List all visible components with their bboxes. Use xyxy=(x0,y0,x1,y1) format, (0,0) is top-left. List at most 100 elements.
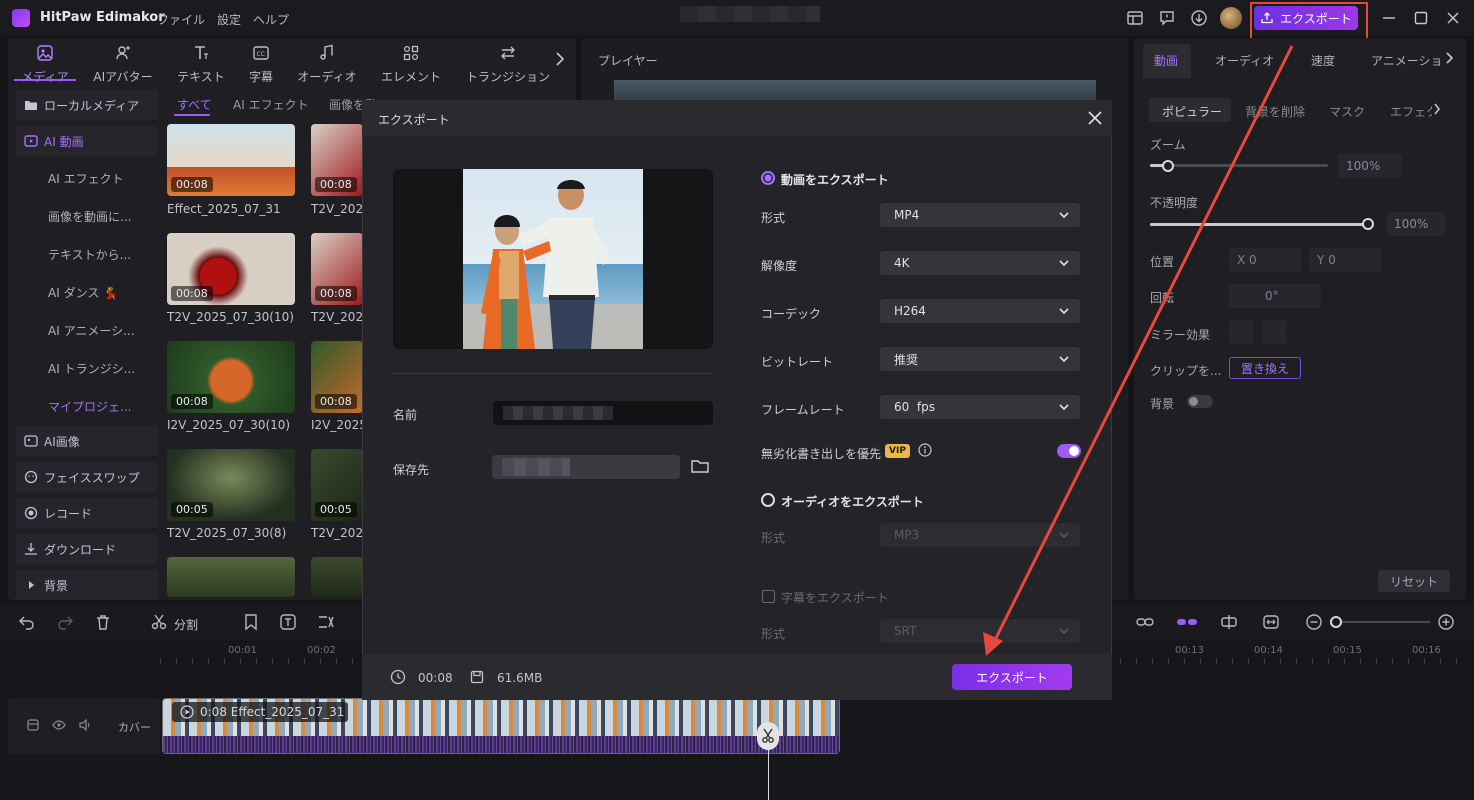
media-thumb[interactable]: 00:05 xyxy=(311,449,363,521)
zoom-out-icon[interactable] xyxy=(1305,613,1323,631)
folder-open-icon[interactable] xyxy=(690,457,710,475)
opacity-slider[interactable] xyxy=(1150,223,1368,226)
r-subtab-remove-bg[interactable]: 背景を削除 xyxy=(1245,103,1305,120)
opacity-slider-knob[interactable] xyxy=(1362,218,1374,230)
media-thumb[interactable]: 00:08 xyxy=(311,124,363,196)
nav-ai-effect[interactable]: AI エフェクト xyxy=(16,163,158,193)
media-thumb[interactable]: 00:08 xyxy=(167,233,295,305)
nav-ai-dance[interactable]: AI ダンス 💃 xyxy=(16,277,158,307)
nav-ai-video[interactable]: AI 動画 xyxy=(16,126,158,156)
menu-help[interactable]: ヘルプ xyxy=(253,11,289,28)
maximize-icon[interactable] xyxy=(1412,9,1430,27)
reset-button[interactable]: リセット xyxy=(1378,570,1450,592)
tab-elements[interactable]: エレメント xyxy=(372,44,450,84)
tab-media[interactable]: メディア xyxy=(6,44,84,84)
delete-icon[interactable] xyxy=(94,613,112,631)
nav-record[interactable]: レコード xyxy=(16,498,158,528)
filter-all[interactable]: すべて xyxy=(177,96,212,113)
r-subtab-popular[interactable]: ポピュラー xyxy=(1162,103,1222,120)
codec-select[interactable]: H264 xyxy=(880,299,1080,323)
rotate-input[interactable]: 0° xyxy=(1229,284,1321,308)
cover-label[interactable]: カバー xyxy=(118,719,151,735)
nav-background[interactable]: 背景 xyxy=(16,570,158,600)
export-video-radio[interactable] xyxy=(761,171,775,185)
export-audio-radio[interactable] xyxy=(761,493,775,507)
flip-vertical-icon[interactable] xyxy=(1262,320,1286,344)
zoom-value-box[interactable]: 100% xyxy=(1338,154,1402,178)
link-icon[interactable] xyxy=(1136,613,1154,631)
media-thumb[interactable]: 00:08 xyxy=(167,341,295,413)
nav-image-to-video[interactable]: 画像を動画に... xyxy=(16,201,158,231)
tab-ai-avatar[interactable]: AIアバター xyxy=(84,44,162,84)
zoom-slider-knob[interactable] xyxy=(1161,160,1174,172)
opacity-value-box[interactable]: 100% xyxy=(1386,212,1446,236)
text-tool-icon[interactable] xyxy=(279,613,297,631)
info-icon[interactable] xyxy=(918,443,932,457)
audio-format-select[interactable]: MP3 xyxy=(880,523,1080,547)
nav-ai-animation[interactable]: AI アニメーシ... xyxy=(16,315,158,345)
feedback-icon[interactable] xyxy=(1158,9,1176,27)
scissors-icon[interactable] xyxy=(150,613,168,631)
nav-text-to-video[interactable]: テキストから... xyxy=(16,239,158,269)
nav-my-projects[interactable]: マイプロジェ... xyxy=(16,391,158,421)
undo-icon[interactable] xyxy=(18,613,36,631)
tab-transitions[interactable]: トランジション xyxy=(460,44,556,84)
framerate-select[interactable]: 60 fps xyxy=(880,395,1080,419)
fit-icon[interactable] xyxy=(1262,613,1280,631)
zoom-slider[interactable] xyxy=(1150,164,1328,167)
media-thumb[interactable]: 00:08 xyxy=(311,233,363,305)
resolution-select[interactable]: 4K xyxy=(880,251,1080,275)
background-toggle[interactable] xyxy=(1187,395,1213,408)
r-subtabs-next-chevron-icon[interactable] xyxy=(1432,102,1442,116)
user-avatar[interactable] xyxy=(1220,7,1242,29)
nav-local-media[interactable]: ローカルメディア xyxy=(16,90,158,120)
nav-ai-image[interactable]: AI画像 xyxy=(16,426,158,456)
tab-audio[interactable]: オーディオ xyxy=(288,44,366,84)
cut-tool-icon[interactable] xyxy=(317,613,335,631)
trim-icon[interactable] xyxy=(1220,613,1238,631)
split-handle[interactable] xyxy=(757,722,779,750)
timeline-zoom-slider[interactable] xyxy=(1330,621,1430,623)
flip-horizontal-icon[interactable] xyxy=(1229,320,1253,344)
nav-download[interactable]: ダウンロード xyxy=(16,534,158,564)
name-input[interactable] xyxy=(493,401,713,425)
subtitle-format-select[interactable]: SRT xyxy=(880,619,1080,643)
close-icon[interactable] xyxy=(1086,109,1104,127)
r-subtab-mask[interactable]: マスク xyxy=(1329,103,1365,120)
save-location-input[interactable] xyxy=(492,455,680,479)
r-tabs-next-chevron-icon[interactable] xyxy=(1444,50,1456,66)
nav-face-swap[interactable]: フェイススワップ xyxy=(16,462,158,492)
track-audio-icon[interactable] xyxy=(78,718,92,732)
r-subtab-effect[interactable]: エフェク xyxy=(1390,103,1432,120)
export-button[interactable]: エクスポート xyxy=(952,664,1072,690)
marker-icon[interactable] xyxy=(242,613,260,631)
tabs-next-chevron-icon[interactable] xyxy=(553,50,567,68)
download-icon[interactable] xyxy=(1190,9,1208,27)
redo-icon[interactable] xyxy=(56,613,74,631)
nav-ai-transition[interactable]: AI トランジシ... xyxy=(16,353,158,383)
menu-settings[interactable]: 設定 xyxy=(217,11,241,28)
replace-button[interactable]: 置き換え xyxy=(1229,357,1301,379)
timeline-zoom-knob[interactable] xyxy=(1330,616,1342,628)
r-tab-audio[interactable]: オーディオ xyxy=(1215,52,1274,69)
track-visibility-icon[interactable] xyxy=(52,718,66,732)
layout-icon[interactable] xyxy=(1126,9,1144,27)
split-view-icon[interactable] xyxy=(1176,613,1198,631)
media-thumb[interactable] xyxy=(167,557,295,597)
media-thumb[interactable] xyxy=(311,557,363,597)
export-subtitle-checkbox[interactable] xyxy=(762,590,775,603)
menu-file[interactable]: ファイル xyxy=(157,11,205,28)
bitrate-select[interactable]: 推奨 xyxy=(880,347,1080,371)
pos-y-input[interactable]: Y 0 xyxy=(1309,248,1381,272)
r-tab-animation[interactable]: アニメーショ xyxy=(1371,52,1443,69)
format-select[interactable]: MP4 xyxy=(880,203,1080,227)
track-lock-icon[interactable] xyxy=(26,718,40,732)
r-tab-video[interactable]: 動画 xyxy=(1154,52,1178,69)
filter-ai-effect[interactable]: AI エフェクト xyxy=(233,96,309,113)
pos-x-input[interactable]: X 0 xyxy=(1229,248,1301,272)
split-label[interactable]: 分割 xyxy=(174,616,198,633)
media-thumb[interactable]: 00:08 xyxy=(167,124,295,196)
media-thumb[interactable]: 00:05 xyxy=(167,449,295,521)
zoom-in-icon[interactable] xyxy=(1437,613,1455,631)
media-thumb[interactable]: 00:08 xyxy=(311,341,363,413)
